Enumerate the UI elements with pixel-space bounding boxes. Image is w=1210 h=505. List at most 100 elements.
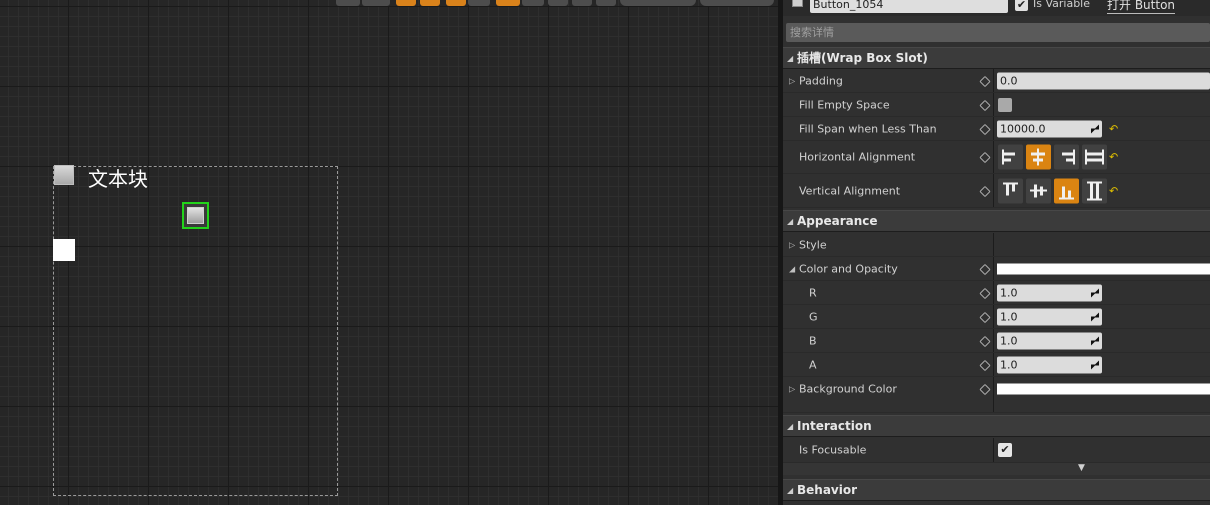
reset-to-default-icon[interactable]: ↶ <box>1109 151 1118 164</box>
collapse-triangle-icon[interactable]: ◢ <box>789 264 795 273</box>
expand-triangle-icon[interactable]: ▷ <box>789 240 795 249</box>
reset-arrow-icon[interactable] <box>980 264 989 273</box>
textblock-icon <box>54 165 74 185</box>
align-right-icon[interactable] <box>1054 144 1079 170</box>
property-color-a: A 1.0 <box>783 353 1210 377</box>
is-focusable-label: Is Focusable <box>799 443 867 457</box>
align-vfill-icon[interactable] <box>1082 178 1107 203</box>
property-fill-empty-space: Fill Empty Space <box>783 93 1210 117</box>
property-color-r: R 1.0 <box>783 281 1210 305</box>
collapse-triangle-icon: ◢ <box>787 486 794 495</box>
toolbar-toggle-button-1[interactable] <box>396 0 416 6</box>
column-divider <box>993 257 994 280</box>
is-focusable-checkbox[interactable]: ✔ <box>998 443 1012 457</box>
b-label: B <box>809 334 817 347</box>
property-padding: ▷ Padding 0.0 <box>783 69 1210 93</box>
align-bottom-icon[interactable] <box>1054 178 1079 203</box>
advanced-expand-icon: ▼ <box>1078 463 1085 473</box>
category-slot[interactable]: ◢ 插槽(Wrap Box Slot) <box>783 47 1210 69</box>
r-input[interactable]: 1.0 <box>997 284 1102 301</box>
property-is-focusable: Is Focusable ✔ <box>783 438 1210 463</box>
expand-triangle-icon[interactable]: ▷ <box>789 385 795 394</box>
column-divider <box>993 93 994 116</box>
toolbar-grid-size-dropdown[interactable] <box>522 0 544 6</box>
toolbar-button-5[interactable] <box>548 0 568 6</box>
toolbar-button-4[interactable] <box>468 0 490 6</box>
open-button-link[interactable]: 打开 Button <box>1107 0 1176 14</box>
toolbar-toggle-button-2[interactable] <box>420 0 440 6</box>
image-widget[interactable] <box>53 239 75 261</box>
reset-arrow-icon[interactable] <box>980 124 989 133</box>
reset-arrow-icon[interactable] <box>980 100 989 109</box>
column-divider <box>993 305 994 328</box>
toolbar-dropdown-button[interactable] <box>362 0 390 6</box>
widget-name-input[interactable]: Button_1054 <box>810 0 1008 13</box>
reset-arrow-icon[interactable] <box>980 153 989 162</box>
reset-arrow-icon[interactable] <box>980 336 989 345</box>
column-divider <box>993 233 994 256</box>
toolbar-button-6[interactable] <box>572 0 592 6</box>
category-interaction-title: Interaction <box>797 419 872 433</box>
align-top-icon[interactable] <box>998 178 1023 203</box>
column-divider <box>993 353 994 376</box>
expand-triangle-icon[interactable]: ▷ <box>789 76 795 85</box>
collapse-triangle-icon: ◢ <box>787 54 794 63</box>
reset-arrow-icon[interactable] <box>980 385 989 394</box>
align-left-icon[interactable] <box>998 144 1023 170</box>
reset-arrow-icon[interactable] <box>980 288 989 297</box>
category-interaction[interactable]: ◢ Interaction <box>783 415 1210 437</box>
textblock-widget[interactable]: 文本块 <box>88 163 148 192</box>
category-appearance[interactable]: ◢ Appearance <box>783 210 1210 232</box>
fill-empty-space-checkbox[interactable] <box>998 97 1012 112</box>
toolbar-toggle-button-3[interactable] <box>446 0 466 6</box>
details-panel: Button_1054 ✔ Is Variable 打开 Button 搜索详情… <box>783 0 1210 505</box>
search-details-input[interactable]: 搜索详情 <box>786 23 1210 42</box>
visibility-icon[interactable] <box>792 0 803 7</box>
toolbar-fill-screen-dropdown[interactable] <box>700 0 774 6</box>
designer-viewport[interactable]: 文本块 <box>0 0 778 505</box>
property-background-color: ▷ Background Color <box>783 377 1210 413</box>
property-horizontal-alignment: Horizontal Alignment ↶ <box>783 141 1210 174</box>
toolbar-view-button[interactable] <box>336 0 360 6</box>
column-divider <box>993 141 994 173</box>
style-label: Style <box>799 238 827 251</box>
fill-span-label: Fill Span when Less Than <box>799 122 937 135</box>
advanced-properties-expander[interactable]: ▼ <box>783 463 1210 475</box>
padding-label: Padding <box>799 74 843 87</box>
property-color-b: B 1.0 <box>783 329 1210 353</box>
column-divider <box>993 329 994 352</box>
selected-button-widget[interactable] <box>182 202 209 229</box>
details-header: Button_1054 ✔ Is Variable 打开 Button <box>783 0 1210 16</box>
reset-arrow-icon[interactable] <box>980 186 989 195</box>
collapse-triangle-icon: ◢ <box>787 217 794 226</box>
toolbar-grid-snap-button[interactable] <box>496 0 520 6</box>
align-middle-icon[interactable] <box>1026 178 1051 203</box>
reset-to-default-icon[interactable]: ↶ <box>1109 122 1118 135</box>
background-color-swatch[interactable] <box>997 383 1210 395</box>
reset-arrow-icon[interactable] <box>980 76 989 85</box>
toolbar-button-7[interactable] <box>596 0 616 6</box>
horizontal-alignment-label: Horizontal Alignment <box>799 150 916 164</box>
column-divider <box>993 117 994 140</box>
r-label: R <box>809 286 817 299</box>
reset-arrow-icon[interactable] <box>980 312 989 321</box>
property-vertical-alignment: Vertical Alignment ↶ <box>783 174 1210 208</box>
align-fill-icon[interactable] <box>1082 144 1107 170</box>
column-divider <box>993 377 994 412</box>
g-input[interactable]: 1.0 <box>997 308 1102 325</box>
category-slot-title: 插槽(Wrap Box Slot) <box>797 51 928 65</box>
a-input[interactable]: 1.0 <box>997 356 1102 373</box>
is-variable-checkbox[interactable]: ✔ <box>1015 0 1028 11</box>
color-and-opacity-label: Color and Opacity <box>799 262 898 275</box>
fill-span-input[interactable]: 10000.0 <box>997 120 1102 137</box>
padding-input[interactable]: 0.0 <box>997 72 1210 89</box>
toolbar-screen-size-dropdown[interactable] <box>620 0 696 6</box>
category-behavior[interactable]: ◢ Behavior <box>783 479 1210 501</box>
b-input[interactable]: 1.0 <box>997 332 1102 349</box>
reset-to-default-icon[interactable]: ↶ <box>1109 184 1118 197</box>
color-and-opacity-swatch[interactable] <box>997 263 1210 274</box>
property-style: ▷ Style <box>783 233 1210 257</box>
align-center-icon[interactable] <box>1026 144 1051 170</box>
is-variable-label: Is Variable <box>1033 0 1091 10</box>
reset-arrow-icon[interactable] <box>980 360 989 369</box>
